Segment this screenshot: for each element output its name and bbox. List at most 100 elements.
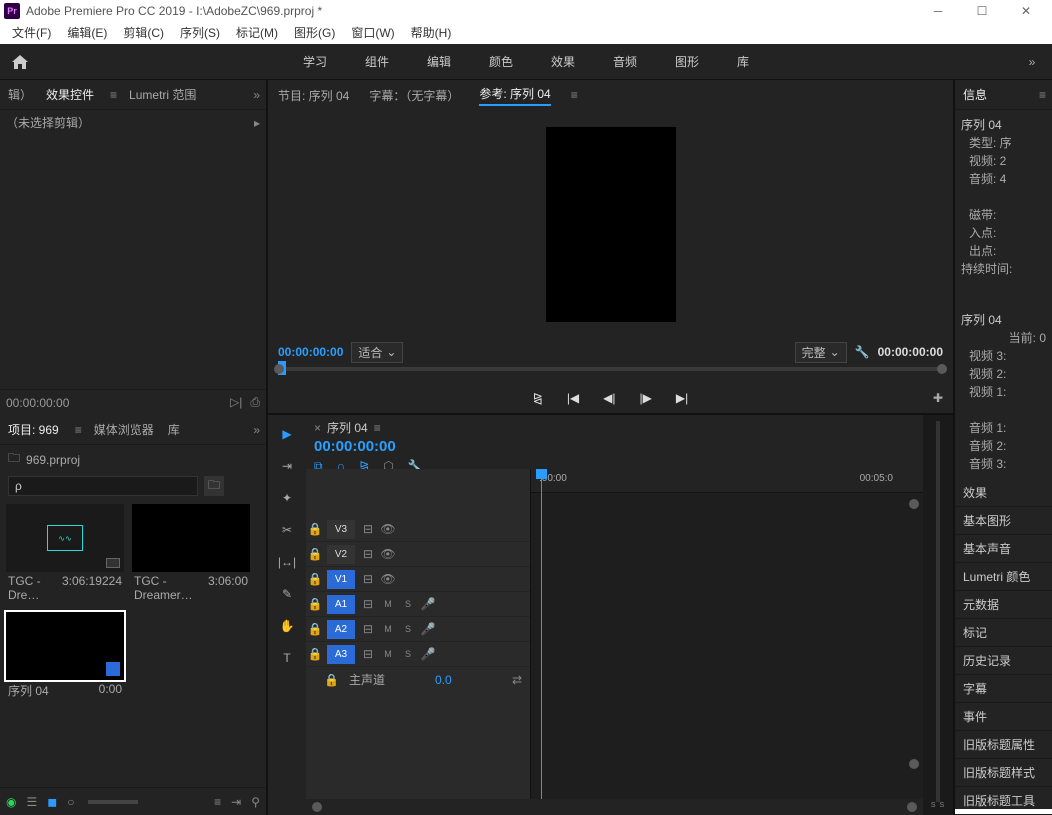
toggle-eye-icon[interactable]: 👁 [378, 522, 398, 536]
ripple-edit-tool[interactable]: ✦ [282, 491, 292, 505]
tab-libraries[interactable]: 库 [166, 419, 182, 440]
tab-info[interactable]: 信息 [961, 84, 989, 105]
close-button[interactable]: ✕ [1004, 0, 1048, 22]
sequence-name[interactable]: 序列 04 [327, 419, 368, 436]
toggle-output-icon[interactable]: ⊟ [358, 597, 378, 611]
project-search-input[interactable] [8, 476, 198, 496]
play-only-audio-icon[interactable]: ▷| [230, 395, 242, 410]
menu-graphics[interactable]: 图形(G) [286, 22, 343, 44]
lock-icon[interactable]: 🔒 [306, 572, 324, 586]
find-icon[interactable]: ⚲ [251, 795, 260, 809]
master-value[interactable]: 0.0 [435, 673, 452, 687]
writable-toggle-icon[interactable]: ◉ [6, 795, 16, 809]
minimize-button[interactable]: ─ [916, 0, 960, 22]
tab-captions[interactable]: 字幕：（无字幕） [369, 87, 459, 104]
track-header-v2[interactable]: 🔒V2⊟👁 [306, 542, 530, 567]
panel-effects[interactable]: 效果 [955, 479, 1052, 507]
workspace-editing[interactable]: 编辑 [423, 47, 455, 76]
panel-metadata[interactable]: 元数据 [955, 591, 1052, 619]
track-label[interactable]: V3 [327, 520, 355, 539]
workspace-learn[interactable]: 学习 [299, 47, 331, 76]
hand-tool[interactable]: ✋ [280, 619, 295, 633]
play-button[interactable]: |▶ [640, 391, 652, 405]
voiceover-icon[interactable]: 🎤 [418, 597, 438, 611]
toggle-output-icon[interactable]: ⊟ [358, 622, 378, 636]
zoom-handle-right[interactable] [907, 802, 917, 812]
workspace-effects[interactable]: 效果 [547, 47, 579, 76]
export-frame-icon[interactable]: ⎙ [250, 395, 260, 410]
tabs-overflow-icon[interactable]: » [253, 423, 260, 437]
workspace-libraries[interactable]: 库 [733, 47, 753, 76]
sort-icon[interactable]: ≡ [214, 795, 221, 809]
timeline-tracks[interactable]: :00:00 00:05:0 [531, 469, 923, 799]
mute-button[interactable]: M [378, 624, 398, 634]
new-bin-button[interactable]: 🗀 [204, 476, 224, 496]
home-button[interactable] [0, 44, 40, 80]
workspace-graphics[interactable]: 图形 [671, 47, 703, 76]
panel-menu-icon[interactable]: ≡ [1039, 88, 1046, 102]
mute-button[interactable]: M [378, 599, 398, 609]
mute-button[interactable]: M [378, 649, 398, 659]
timeline-playhead[interactable] [541, 469, 542, 799]
quality-dropdown[interactable]: 完整⌄ [795, 342, 847, 363]
track-select-tool[interactable]: ⇥ [282, 459, 292, 473]
workspace-overflow[interactable]: » [1012, 55, 1052, 69]
button-editor[interactable]: ✚ [933, 391, 943, 405]
menu-window[interactable]: 窗口(W) [343, 22, 402, 44]
voiceover-icon[interactable]: 🎤 [418, 622, 438, 636]
list-view-icon[interactable]: ☰ [26, 795, 37, 809]
solo-button[interactable]: S [398, 599, 418, 609]
slip-tool[interactable]: |↔| [278, 555, 296, 569]
lock-icon[interactable]: 🔒 [306, 522, 324, 536]
toggle-output-icon[interactable]: ⊟ [358, 572, 378, 586]
lock-icon[interactable]: 🔒 [306, 622, 324, 636]
track-label[interactable]: A2 [327, 620, 355, 639]
solo-indicator[interactable]: S S [931, 802, 945, 809]
pen-tool[interactable]: ✎ [282, 587, 292, 601]
thumbnail-size-slider[interactable] [88, 800, 138, 804]
panel-menu-icon[interactable]: ≡ [571, 88, 578, 102]
toggle-output-icon[interactable]: ⊟ [358, 547, 378, 561]
project-clip[interactable]: ∿∿ TGC - Dre…3:06:19224 [6, 504, 124, 604]
toggle-eye-icon[interactable]: 👁 [378, 572, 398, 586]
master-track[interactable]: 🔒主声道0.0⇄ [306, 667, 530, 692]
tab-source-clip[interactable]: 辑） [6, 84, 34, 105]
workspace-assembly[interactable]: 组件 [361, 47, 393, 76]
lock-icon[interactable]: 🔒 [306, 647, 324, 661]
zoom-handle-left[interactable] [274, 364, 284, 374]
track-header-a3[interactable]: 🔒A3⊟MS🎤 [306, 642, 530, 667]
track-label[interactable]: V2 [327, 545, 355, 564]
toggle-output-icon[interactable]: ⊟ [358, 522, 378, 536]
project-clip[interactable]: TGC - Dreamer…3:06:00 [132, 504, 250, 604]
project-sequence[interactable]: 序列 040:00 [6, 612, 124, 701]
step-back-button[interactable]: ◀| [603, 391, 615, 405]
close-sequence-button[interactable]: × [314, 421, 321, 435]
panel-legacy-title-styles[interactable]: 旧版标题样式 [955, 759, 1052, 787]
tab-media-browser[interactable]: 媒体浏览器 [92, 419, 156, 440]
timeline-timecode[interactable]: 00:00:00:00 [314, 438, 396, 455]
tab-program[interactable]: 节目: 序列 04 [278, 87, 349, 104]
workspace-color[interactable]: 颜色 [485, 47, 517, 76]
menu-sequence[interactable]: 序列(S) [172, 22, 228, 44]
expand-icon[interactable]: ▸ [254, 116, 260, 130]
zoom-dropdown[interactable]: 适合⌄ [351, 342, 403, 363]
panel-captions[interactable]: 字幕 [955, 675, 1052, 703]
tabs-overflow-icon[interactable]: » [253, 88, 260, 102]
settings-icon[interactable]: 🔧 [855, 345, 870, 359]
panel-menu-icon[interactable]: ≡ [110, 88, 117, 102]
razor-tool[interactable]: ✂ [282, 523, 292, 537]
panel-essential-sound[interactable]: 基本声音 [955, 535, 1052, 563]
panel-menu-icon[interactable]: ≡ [374, 421, 381, 435]
toggle-output-icon[interactable]: ⊟ [358, 647, 378, 661]
menu-clip[interactable]: 剪辑(C) [115, 22, 172, 44]
panel-markers[interactable]: 标记 [955, 619, 1052, 647]
vscroll-handle[interactable] [909, 499, 919, 509]
type-tool[interactable]: T [283, 651, 290, 665]
icon-view-icon[interactable]: ◼ [47, 795, 57, 809]
tab-reference[interactable]: 参考: 序列 04 [479, 85, 550, 106]
go-to-out-button[interactable]: ▶| [676, 391, 688, 405]
program-timecode-in[interactable]: 00:00:00:00 [278, 345, 343, 359]
add-marker-button[interactable]: ⧎ [533, 391, 543, 405]
menu-marker[interactable]: 标记(M) [228, 22, 286, 44]
panel-menu-icon[interactable]: ≡ [75, 423, 82, 437]
